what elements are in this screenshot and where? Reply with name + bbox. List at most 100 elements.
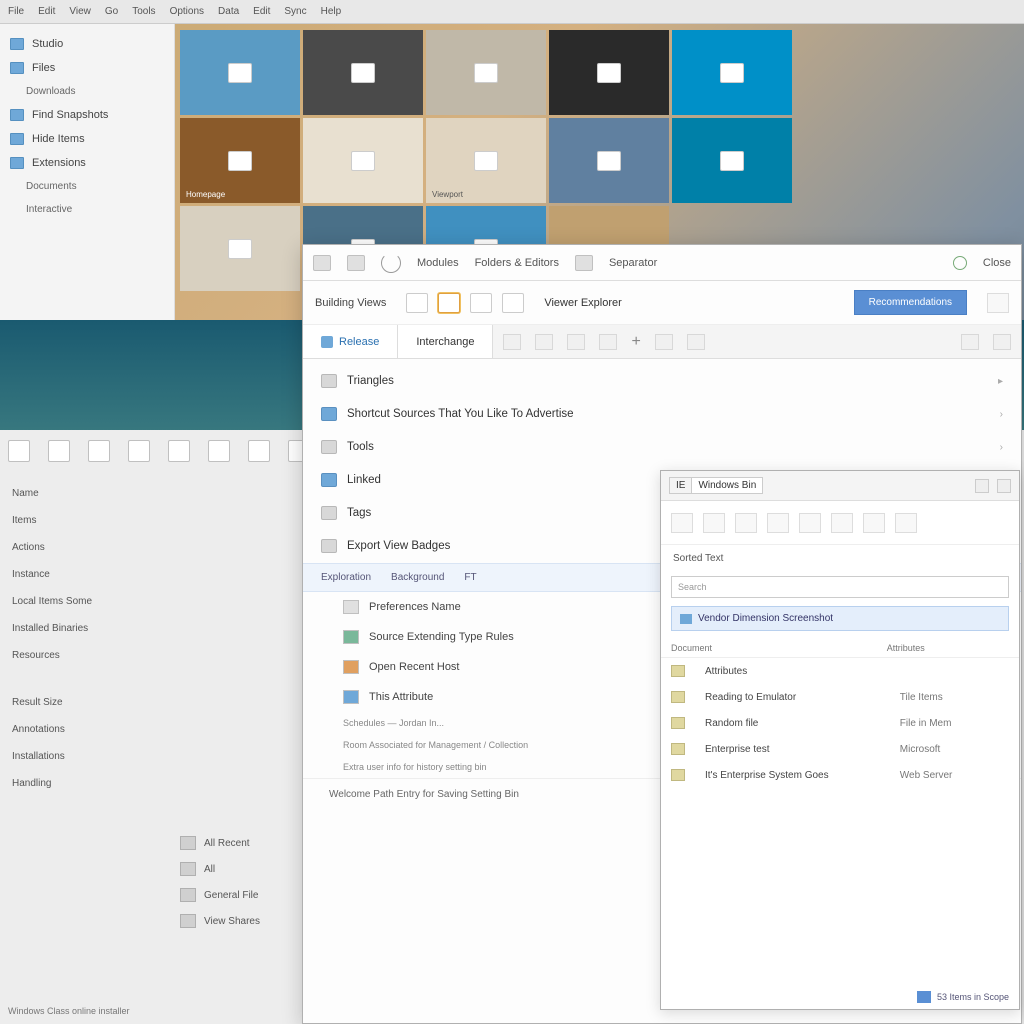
table-row[interactable]: Random fileFile in Mem [661, 710, 1019, 736]
app-icon [720, 151, 744, 171]
sidebar-item-files[interactable]: Files [6, 56, 168, 80]
selected-row[interactable]: Vendor Dimension Screenshot [671, 606, 1009, 631]
col-header[interactable]: Document [671, 643, 867, 653]
item-icon [343, 660, 359, 674]
view-icon-selected[interactable] [438, 293, 460, 313]
tool-icon[interactable] [168, 440, 190, 462]
tile[interactable] [672, 118, 792, 203]
view-icon[interactable] [470, 293, 492, 313]
tool-icon[interactable] [48, 440, 70, 462]
tool-icon[interactable] [895, 513, 917, 533]
table-row[interactable]: Enterprise testMicrosoft [661, 736, 1019, 762]
folder-icon [10, 157, 24, 169]
item-icon [343, 600, 359, 614]
sidebar-item-snapshots[interactable]: Find Snapshots [6, 103, 168, 127]
tool-icon[interactable] [975, 479, 989, 493]
tile[interactable] [426, 30, 546, 115]
tool-icon[interactable] [8, 440, 30, 462]
tab-icon[interactable] [503, 334, 521, 350]
list-item[interactable]: All Recent [178, 830, 308, 856]
sidebar-item-hide[interactable]: Hide Items [6, 127, 168, 151]
tile[interactable] [180, 206, 300, 291]
menu-go[interactable]: Go [105, 6, 118, 17]
tile[interactable] [303, 118, 423, 203]
tile[interactable] [672, 30, 792, 115]
titlebar-item[interactable]: Modules [417, 257, 459, 269]
titlebar-item[interactable]: Folders & Editors [475, 257, 559, 269]
tool-icon[interactable] [248, 440, 270, 462]
tool-icon[interactable] [735, 513, 757, 533]
tab-icon[interactable] [599, 334, 617, 350]
table-row[interactable]: It's Enterprise System GoesWeb Server [661, 762, 1019, 788]
toolbar-label: Viewer Explorer [544, 297, 621, 309]
view-icon[interactable] [502, 293, 524, 313]
sec-tab[interactable]: IE [670, 478, 692, 493]
col-header[interactable]: Background [391, 572, 444, 583]
refresh-icon[interactable] [381, 253, 401, 273]
sidebar-item-studio[interactable]: Studio [6, 32, 168, 56]
tile[interactable] [303, 30, 423, 115]
tool-icon[interactable] [997, 479, 1011, 493]
tool-icon[interactable] [703, 513, 725, 533]
tab-icon[interactable] [567, 334, 585, 350]
tab-icon[interactable] [687, 334, 705, 350]
search-input[interactable]: Search [671, 576, 1009, 598]
tab-icon[interactable] [655, 334, 673, 350]
table-row[interactable]: Reading to EmulatorTile Items [661, 684, 1019, 710]
list-item[interactable]: Shortcut Sources That You Like To Advert… [303, 398, 1021, 431]
menu-edit2[interactable]: Edit [253, 6, 270, 17]
tile[interactable] [549, 118, 669, 203]
tool-icon[interactable] [128, 440, 150, 462]
tool-icon[interactable] [767, 513, 789, 533]
sec-titlebar[interactable]: IE Windows Bin [661, 471, 1019, 501]
recommendations-button[interactable]: Recommendations [854, 290, 967, 315]
sec-toolbar [661, 501, 1019, 545]
tile[interactable]: Viewport [426, 118, 546, 203]
menu-view[interactable]: View [69, 6, 91, 17]
sec-tab[interactable]: Windows Bin [692, 478, 762, 493]
tool-icon[interactable] [208, 440, 230, 462]
settings-icon[interactable] [987, 293, 1009, 313]
window-titlebar[interactable]: Modules Folders & Editors Separator Clos… [303, 245, 1021, 281]
col-header[interactable]: Attributes [887, 643, 1009, 653]
list-item[interactable]: General File [178, 882, 308, 908]
menu-sync[interactable]: Sync [284, 6, 306, 17]
tab-icon[interactable] [535, 334, 553, 350]
lower-col2: All Recent All General File View Shares [178, 830, 308, 934]
tool-icon[interactable] [863, 513, 885, 533]
table-row[interactable]: Attributes [661, 658, 1019, 684]
tile[interactable] [180, 30, 300, 115]
label: Name [8, 480, 168, 507]
menu-file[interactable]: File [8, 6, 24, 17]
view-icon[interactable] [406, 293, 428, 313]
menu-help[interactable]: Help [321, 6, 342, 17]
col-header[interactable]: FT [464, 572, 476, 583]
tile[interactable] [549, 30, 669, 115]
tool-icon[interactable] [831, 513, 853, 533]
titlebar-item[interactable]: Separator [609, 257, 657, 269]
tool-icon[interactable] [671, 513, 693, 533]
chevron-icon: › [1000, 409, 1003, 420]
sidebar-item-docs[interactable]: Documents [6, 175, 168, 198]
tab-interchange[interactable]: Interchange [398, 325, 493, 358]
titlebar-item[interactable]: Close [983, 257, 1011, 269]
list-item[interactable]: View Shares [178, 908, 308, 934]
list-item[interactable]: Triangles▸ [303, 365, 1021, 398]
sidebar-item-ext[interactable]: Extensions [6, 151, 168, 175]
list-item[interactable]: All [178, 856, 308, 882]
sidebar-item-downloads[interactable]: Downloads [6, 80, 168, 103]
tool-icon[interactable] [799, 513, 821, 533]
tab-release[interactable]: Release [303, 325, 398, 358]
tool-icon[interactable] [88, 440, 110, 462]
tile[interactable]: Homepage [180, 118, 300, 203]
col-header[interactable]: Exploration [321, 572, 371, 583]
menu-edit[interactable]: Edit [38, 6, 55, 17]
menu-tools[interactable]: Tools [132, 6, 155, 17]
menu-data[interactable]: Data [218, 6, 239, 17]
menu-options[interactable]: Options [170, 6, 204, 17]
sidebar-item-interactive[interactable]: Interactive [6, 198, 168, 221]
tab-icon[interactable] [961, 334, 979, 350]
list-item[interactable]: Tools› [303, 431, 1021, 464]
add-tab-icon[interactable]: + [631, 333, 640, 351]
tab-icon[interactable] [993, 334, 1011, 350]
